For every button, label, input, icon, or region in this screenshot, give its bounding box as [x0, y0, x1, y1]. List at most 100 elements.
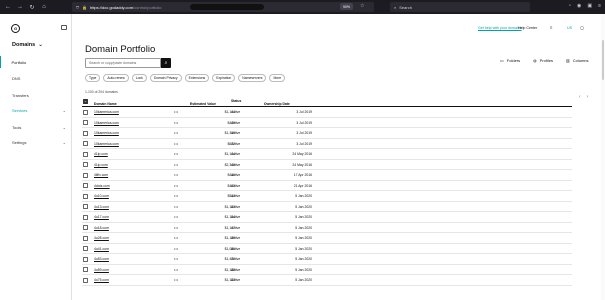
folders-button[interactable]: ▭ Folders	[500, 58, 520, 63]
home-icon[interactable]: ⌂	[40, 4, 48, 10]
back-icon[interactable]: ←	[4, 4, 12, 10]
row-checkbox[interactable]	[83, 109, 88, 115]
domain-link[interactable]: 4u10.com	[94, 194, 109, 198]
row-checkbox[interactable]	[83, 277, 88, 283]
row-menu-icon[interactable]: •••	[174, 247, 178, 251]
row-menu-icon[interactable]: •••	[174, 194, 178, 198]
bookmark-star-icon[interactable]: ☆	[360, 3, 364, 9]
help-domains-link[interactable]: Get help with your domains	[478, 26, 522, 30]
row-menu-icon[interactable]: •••	[174, 184, 178, 188]
row-checkbox[interactable]	[83, 172, 88, 178]
table-row[interactable]: 4u28.com ••• $1,139 Active 5 Jan 2020	[82, 233, 572, 244]
domain-link[interactable]: 4u59.com	[94, 268, 109, 272]
sidebar-item-services[interactable]: Services ⌄	[0, 104, 72, 116]
table-row[interactable]: 4u53.com ••• $1,470 Active 5 Jan 2020	[82, 254, 572, 265]
row-menu-icon[interactable]: •••	[174, 236, 178, 240]
forward-icon[interactable]: →	[16, 4, 24, 10]
domain-link[interactable]: 4dots.com	[94, 184, 110, 188]
row-menu-icon[interactable]: •••	[174, 142, 178, 146]
columns-button[interactable]: ▥ Columns	[566, 58, 589, 63]
zoom-badge[interactable]: 90%	[340, 3, 354, 10]
row-checkbox[interactable]	[83, 246, 88, 252]
domain-link[interactable]: 4u41.com	[94, 247, 109, 251]
profiles-button[interactable]: ◍ Profiles	[533, 58, 553, 63]
filter-extensions[interactable]: Extensions	[184, 74, 210, 82]
domain-link[interactable]: 4u17.com	[94, 215, 109, 219]
table-row[interactable]: 10kamerica.com ••• $449 Active 3 Jul 2019	[82, 118, 572, 128]
domain-link[interactable]: 4u53.com	[94, 257, 109, 261]
sidebar-item-settings[interactable]: Settings ⌄	[0, 136, 72, 148]
table-row[interactable]: 4u18.com ••• $1,147 Active 5 Jan 2020	[82, 223, 572, 233]
domain-link[interactable]: 4u75.com	[94, 278, 109, 282]
table-row[interactable]: 4u75.com ••• $1,153 Active 5 Jan 2020	[82, 275, 572, 286]
scrollbar-thumb[interactable]	[602, 40, 604, 80]
row-menu-icon[interactable]: •••	[174, 215, 178, 219]
row-checkbox[interactable]	[83, 256, 88, 262]
row-checkbox[interactable]	[83, 267, 88, 273]
table-row[interactable]: 41ip.com ••• $2,348 Active 24 May 2016	[82, 160, 572, 170]
table-row[interactable]: 10kamerica.com ••• $1,144 Active 3 Jul 2019	[82, 107, 572, 118]
domain-link[interactable]: 4u28.com	[94, 236, 109, 240]
row-menu-icon[interactable]: •••	[174, 257, 178, 261]
filter-domain-privacy[interactable]: Domain Privacy	[149, 74, 182, 82]
table-row[interactable]: 4u17.com ••• $1,154 Active 5 Jan 2020	[82, 212, 572, 223]
row-menu-icon[interactable]: •••	[174, 173, 178, 177]
domain-link[interactable]: 10kamerica.com	[94, 121, 119, 125]
domains-section-header[interactable]: Domains ⌄	[12, 42, 43, 48]
table-row[interactable]: 10kamerica.com ••• $1,319 Active 3 Jul 2019	[82, 128, 572, 139]
row-menu-icon[interactable]: •••	[174, 121, 178, 125]
domain-link[interactable]: 41ip.com	[94, 163, 108, 167]
page-scrollbar[interactable]	[601, 14, 605, 300]
row-checkbox[interactable]	[83, 193, 88, 199]
row-checkbox[interactable]	[83, 204, 88, 210]
row-menu-icon[interactable]: •••	[174, 131, 178, 135]
domain-link[interactable]: 4u18.com	[94, 226, 109, 230]
account-icon[interactable]: ◉	[577, 3, 581, 9]
flag-label[interactable]: US	[567, 26, 572, 30]
domain-link[interactable]: 10kamerica.com	[94, 142, 119, 146]
collapse-sidebar-icon[interactable]	[61, 25, 67, 30]
filter-expiration[interactable]: Expiration	[212, 74, 236, 82]
filter-more[interactable]: More	[269, 74, 286, 82]
row-checkbox[interactable]	[83, 141, 88, 147]
table-row[interactable]: 4ilfix.com ••• $416 Active 17 Apr 2016	[82, 170, 572, 181]
domain-link[interactable]: 41ip.com	[94, 152, 108, 156]
domain-link[interactable]: 4ilfix.com	[94, 173, 108, 177]
table-row[interactable]: 4u10.com ••• $513 Active 5 Jan 2020	[82, 191, 572, 202]
next-page-icon[interactable]: ›	[587, 94, 589, 100]
table-row[interactable]: 41ip.com ••• $1,144 Active 24 May 2016	[82, 149, 572, 160]
select-all-checkbox[interactable]: –	[83, 98, 88, 104]
row-checkbox[interactable]	[83, 162, 88, 168]
domain-link[interactable]: 10kamerica.com	[94, 110, 119, 114]
header-status[interactable]: Status	[231, 99, 241, 103]
sidebar-item-transfers[interactable]: Transfers	[0, 89, 72, 101]
row-menu-icon[interactable]: •••	[174, 268, 178, 272]
filter-auto-renew[interactable]: Auto-renew	[103, 74, 129, 82]
domain-search-input[interactable]: Search or copy/paste domains	[85, 58, 161, 68]
row-checkbox[interactable]	[83, 151, 88, 157]
grid-apps-icon[interactable]: ⠿	[550, 26, 553, 30]
row-checkbox[interactable]	[83, 225, 88, 231]
row-menu-icon[interactable]: •••	[174, 152, 178, 156]
help-center-link[interactable]: Help Center	[518, 26, 537, 30]
sidebar-item-portfolio[interactable]: Portfolio	[0, 56, 72, 68]
user-icon[interactable]: ◯	[580, 26, 584, 30]
domain-link[interactable]: 4u13.com	[94, 205, 109, 209]
row-checkbox[interactable]	[83, 235, 88, 241]
row-checkbox[interactable]	[83, 120, 88, 126]
table-row[interactable]: 4dots.com ••• $403 Active 21 Apr 2016	[82, 181, 572, 191]
row-menu-icon[interactable]: •••	[174, 278, 178, 282]
godaddy-logo-icon[interactable]: G	[11, 24, 20, 33]
filter-nameservers[interactable]: Nameservers	[238, 74, 267, 82]
reload-icon[interactable]: ↻	[28, 4, 36, 11]
filter-lock[interactable]: Lock	[131, 74, 147, 82]
extension-icon[interactable]: ▣	[587, 3, 592, 9]
row-menu-icon[interactable]: •••	[174, 226, 178, 230]
prev-page-icon[interactable]: ‹	[579, 94, 581, 100]
pocket-icon[interactable]: ◔	[568, 3, 571, 9]
row-checkbox[interactable]	[83, 183, 88, 189]
table-row[interactable]: 10kamerica.com ••• $672 Active 3 Jul 2019	[82, 139, 572, 149]
search-button[interactable]: ⌕	[161, 58, 171, 68]
row-checkbox[interactable]	[83, 214, 88, 220]
row-menu-icon[interactable]: •••	[174, 205, 178, 209]
